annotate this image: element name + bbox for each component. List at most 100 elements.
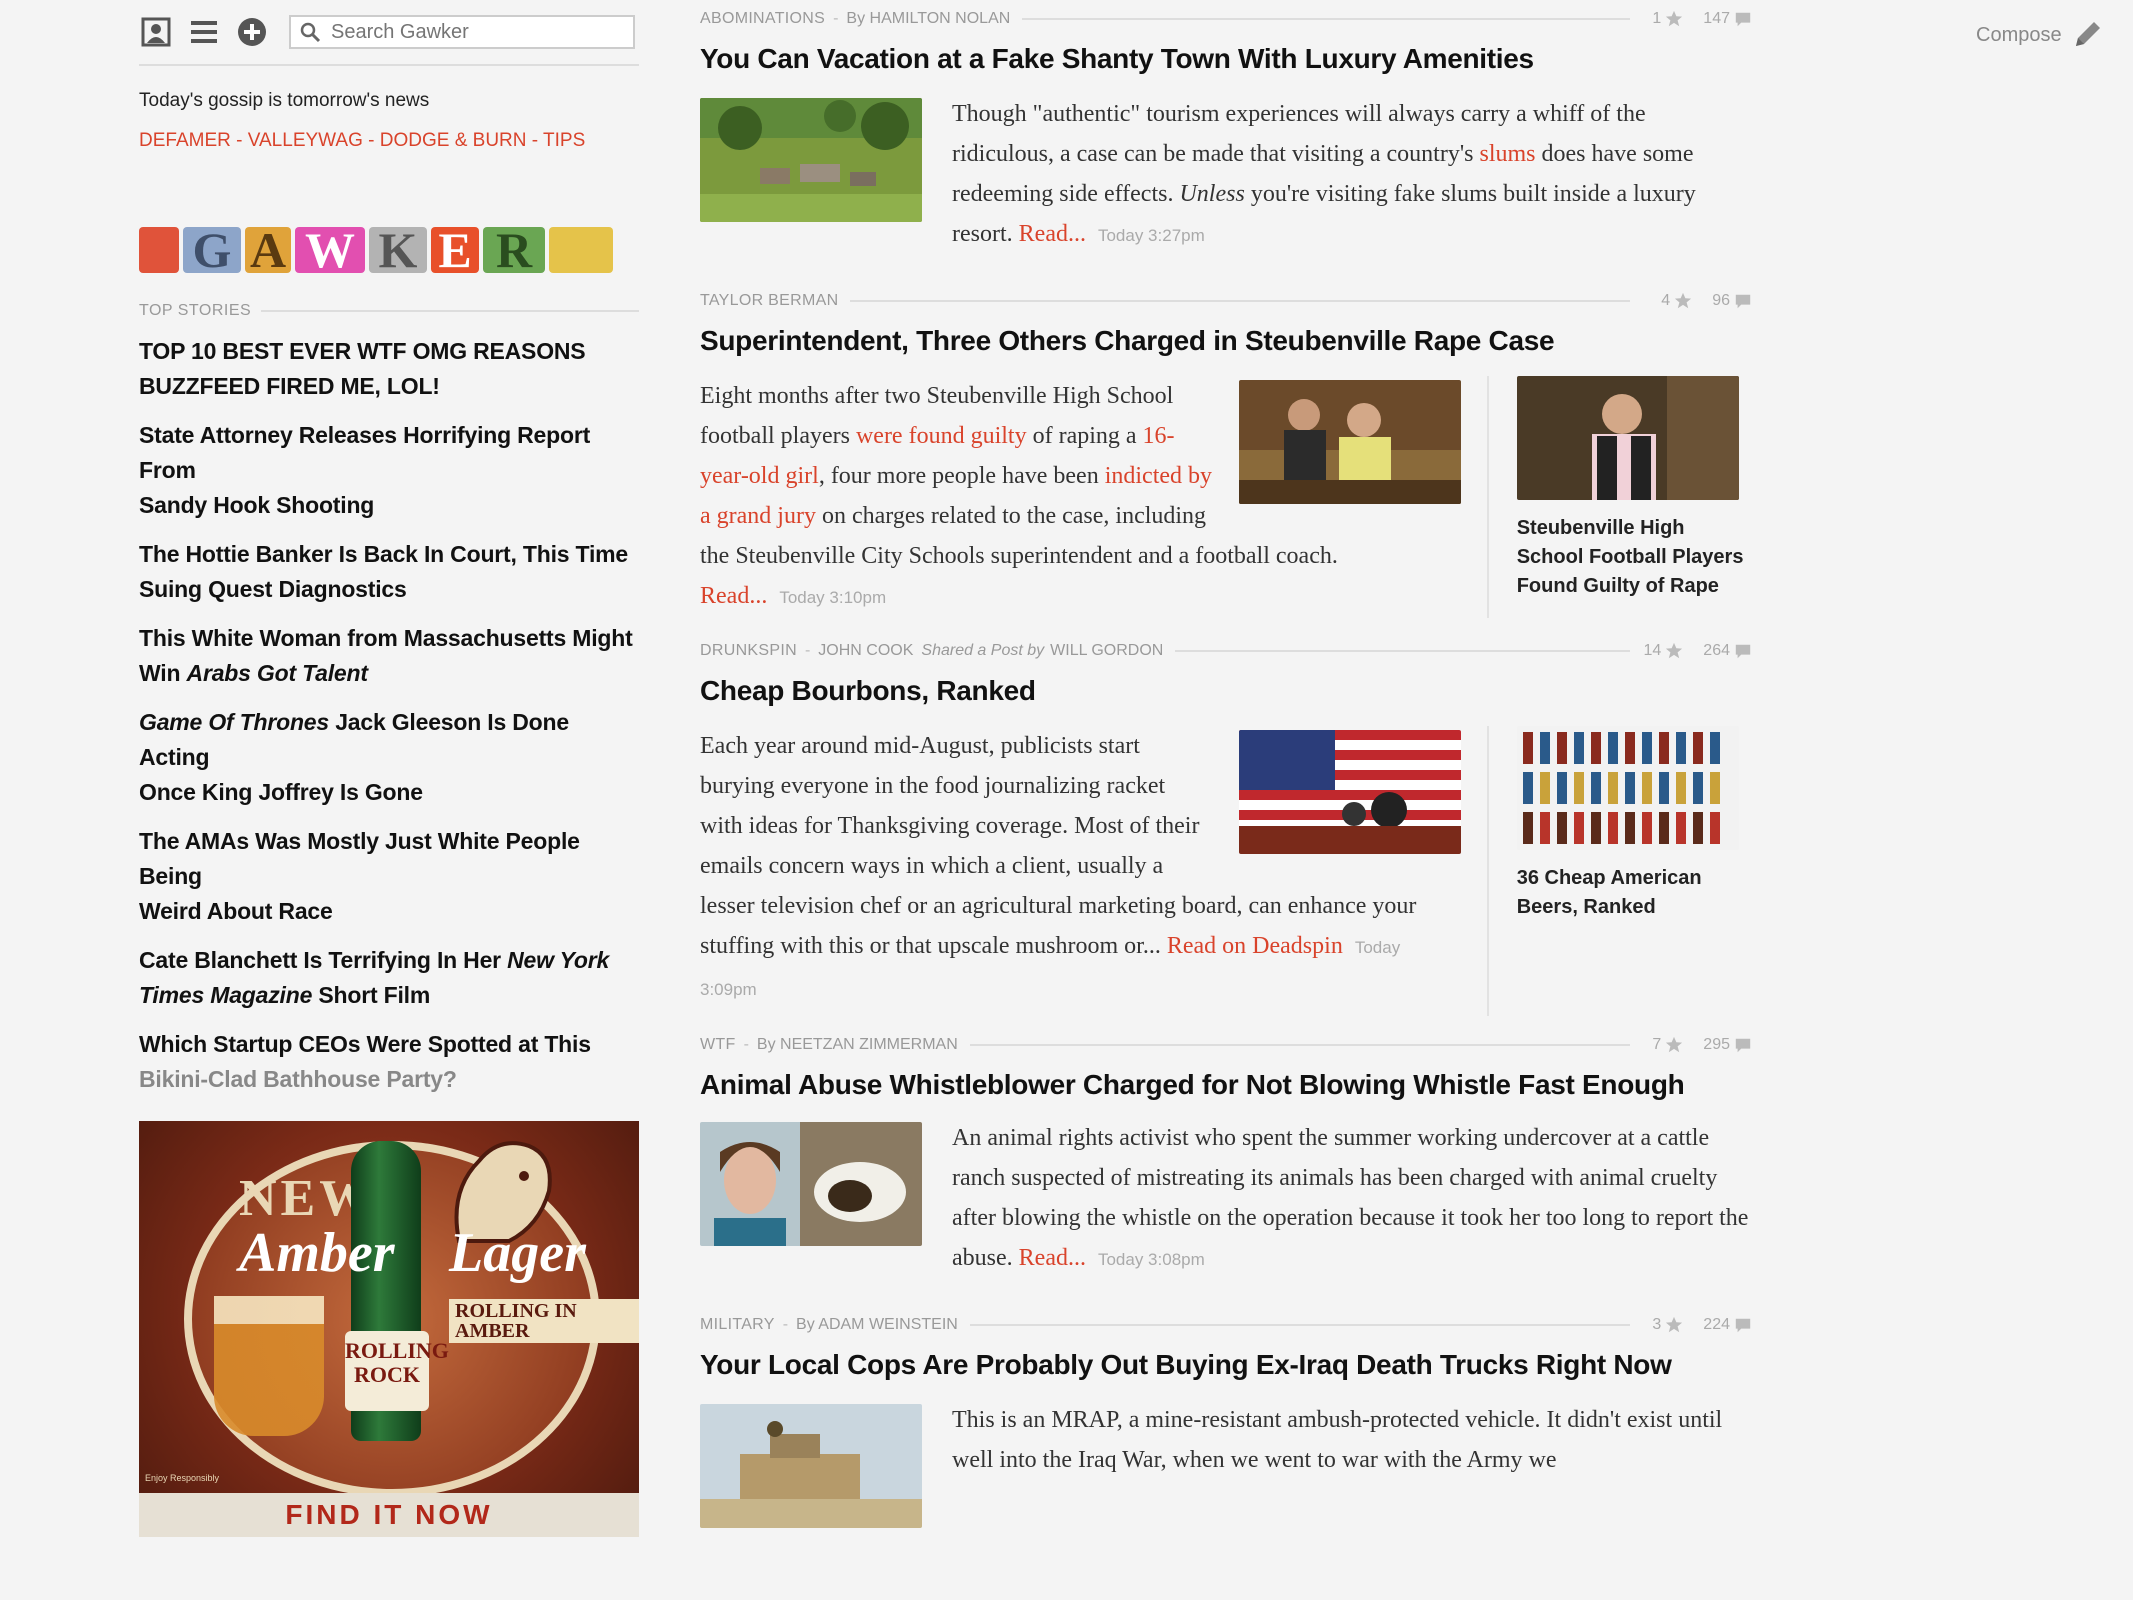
comment-count[interactable]: 96: [1712, 292, 1752, 310]
top-story[interactable]: The AMAs Was Mostly Just White People Be…: [139, 824, 639, 929]
post-thumbnail[interactable]: [700, 1404, 922, 1528]
ad-side-text: ROLLING IN AMBER: [449, 1299, 639, 1343]
star-count[interactable]: 1: [1652, 10, 1683, 28]
ad-text-amber: Amber: [239, 1222, 395, 1284]
star-count[interactable]: 4: [1661, 292, 1692, 310]
post-byline[interactable]: By ADAM WEINSTEIN: [796, 1316, 958, 1334]
star-icon: [1675, 292, 1692, 309]
link-dodge-burn[interactable]: DODGE & BURN: [380, 130, 527, 151]
ad-fine-print: Enjoy Responsibly: [145, 1473, 220, 1483]
star-count[interactable]: 7: [1652, 1036, 1683, 1054]
top-story[interactable]: Which Startup CEOs Were Spotted at This …: [139, 1027, 639, 1097]
post-sharer[interactable]: WILL GORDON: [1050, 642, 1163, 660]
logo-letter-a: A: [245, 222, 291, 278]
sidebar: Today's gossip is tomorrow's news DEFAME…: [139, 12, 639, 1537]
pencil-icon: [2075, 22, 2100, 46]
menu-icon[interactable]: [187, 15, 221, 49]
comment-count[interactable]: 264: [1703, 642, 1752, 660]
inline-link[interactable]: were found guilty: [856, 423, 1027, 449]
post-meta: TAYLOR BERMAN 4 96: [700, 282, 1752, 320]
top-story[interactable]: Game Of Thrones Jack Gleeson Is Done Act…: [139, 705, 639, 810]
star-count[interactable]: 14: [1644, 642, 1684, 660]
read-more-link[interactable]: Read...: [700, 583, 767, 609]
link-tips[interactable]: TIPS: [543, 130, 585, 151]
related-post[interactable]: Steubenville High School Football Player…: [1486, 376, 1752, 618]
related-thumbnail[interactable]: [1516, 376, 1739, 500]
read-more-link[interactable]: Read...: [1019, 1245, 1086, 1271]
sidebar-toolbar: [139, 12, 639, 52]
post-category[interactable]: DRUNKSPIN: [700, 642, 797, 660]
top-story[interactable]: TOP 10 BEST EVER WTF OMG REASONS BUZZFEE…: [139, 334, 639, 404]
bottle-label: ROLLING ROCK: [345, 1331, 449, 1411]
beer-advertisement[interactable]: NEW ROLLING ROCK Amber Lager ROLLING IN …: [139, 1121, 639, 1537]
related-thumbnail[interactable]: [1516, 726, 1739, 850]
top-story[interactable]: State Attorney Releases Horrifying Repor…: [139, 418, 639, 523]
comment-icon: [1735, 294, 1751, 309]
comment-icon: [1735, 644, 1751, 659]
post-category[interactable]: ABOMINATIONS: [700, 10, 825, 28]
post-feed: ABOMINATIONS - By HAMILTON NOLAN 1 147 Y…: [700, 0, 1752, 1528]
search-icon: [300, 22, 321, 43]
related-title[interactable]: Steubenville High School Football Player…: [1517, 514, 1752, 601]
divider: [139, 64, 639, 66]
post-timestamp: Today 3:08pm: [1097, 1250, 1205, 1269]
logo-letter-w: W: [295, 222, 365, 278]
ad-text-lager: Lager: [449, 1222, 586, 1284]
logo-letter-k: K: [369, 222, 427, 278]
related-post[interactable]: 36 Cheap American Beers, Ranked: [1486, 726, 1752, 1016]
related-title[interactable]: 36 Cheap American Beers, Ranked: [1517, 864, 1752, 922]
post-byline[interactable]: By HAMILTON NOLAN: [846, 10, 1010, 28]
post: TAYLOR BERMAN 4 96 Superintendent, Three…: [700, 282, 1752, 618]
post-byline[interactable]: By NEETZAN ZIMMERMAN: [757, 1036, 958, 1054]
inline-link[interactable]: slums: [1480, 141, 1536, 167]
post-thumbnail[interactable]: [700, 98, 922, 222]
compose-label: Compose: [1976, 23, 2062, 46]
search-box[interactable]: [289, 15, 635, 49]
compose-button[interactable]: Compose: [1976, 18, 2104, 52]
logo-letter-e: E: [431, 222, 479, 278]
post-meta: ABOMINATIONS - By HAMILTON NOLAN 1 147: [700, 0, 1752, 38]
post-timestamp: Today 3:27pm: [1097, 226, 1205, 245]
logo-tile-red: [139, 227, 179, 273]
star-icon: [1666, 10, 1683, 27]
comment-count[interactable]: 147: [1703, 10, 1752, 28]
post: DRUNKSPIN - JOHN COOK Shared a Post by W…: [700, 632, 1752, 1016]
comment-icon: [1735, 1038, 1751, 1053]
post-category[interactable]: WTF: [700, 1036, 736, 1054]
post-meta: MILITARY - By ADAM WEINSTEIN 3 224: [700, 1306, 1752, 1344]
post-title[interactable]: You Can Vacation at a Fake Shanty Town W…: [700, 40, 1752, 78]
link-valleywag[interactable]: VALLEYWAG: [248, 130, 363, 151]
post-thumbnail[interactable]: [1238, 730, 1461, 854]
post-category[interactable]: MILITARY: [700, 1316, 775, 1334]
comment-count[interactable]: 224: [1703, 1316, 1752, 1334]
search-input[interactable]: [329, 19, 613, 45]
read-more-link[interactable]: Read...: [1019, 221, 1086, 247]
post-thumbnail[interactable]: [700, 1122, 922, 1246]
star-count[interactable]: 3: [1652, 1316, 1683, 1334]
post-author[interactable]: JOHN COOK: [818, 642, 913, 660]
post-title[interactable]: Superintendent, Three Others Charged in …: [700, 322, 1752, 360]
post-thumbnail[interactable]: [1238, 380, 1461, 504]
post: ABOMINATIONS - By HAMILTON NOLAN 1 147 Y…: [700, 0, 1752, 256]
post-meta: DRUNKSPIN - JOHN COOK Shared a Post by W…: [700, 632, 1752, 670]
post-title[interactable]: Animal Abuse Whistleblower Charged for N…: [700, 1066, 1752, 1104]
post-title[interactable]: Cheap Bourbons, Ranked: [700, 672, 1752, 710]
post-byline[interactable]: TAYLOR BERMAN: [700, 292, 838, 310]
add-icon[interactable]: [235, 15, 269, 49]
profile-icon[interactable]: [139, 15, 173, 49]
sub-site-links: DEFAMER - VALLEYWAG - DODGE & BURN - TIP…: [139, 130, 586, 151]
star-icon: [1666, 1036, 1683, 1053]
read-more-link[interactable]: Read on Deadspin: [1167, 933, 1343, 959]
top-story[interactable]: This White Woman from Massachusetts Migh…: [139, 621, 639, 691]
site-tagline: Today's gossip is tomorrow's news: [139, 90, 430, 111]
ad-cta-button[interactable]: FIND IT NOW: [139, 1493, 639, 1537]
top-story[interactable]: The Hottie Banker Is Back In Court, This…: [139, 537, 639, 607]
post: WTF - By NEETZAN ZIMMERMAN 7 295 Animal …: [700, 1026, 1752, 1280]
gawker-logo[interactable]: G A W K E R: [139, 222, 639, 278]
comment-count[interactable]: 295: [1703, 1036, 1752, 1054]
logo-letter-g: G: [183, 222, 241, 278]
post-timestamp: Today 3:10pm: [779, 588, 887, 607]
top-story[interactable]: Cate Blanchett Is Terrifying In Her New …: [139, 943, 639, 1013]
post-title[interactable]: Your Local Cops Are Probably Out Buying …: [700, 1346, 1752, 1384]
link-defamer[interactable]: DEFAMER: [139, 130, 231, 151]
